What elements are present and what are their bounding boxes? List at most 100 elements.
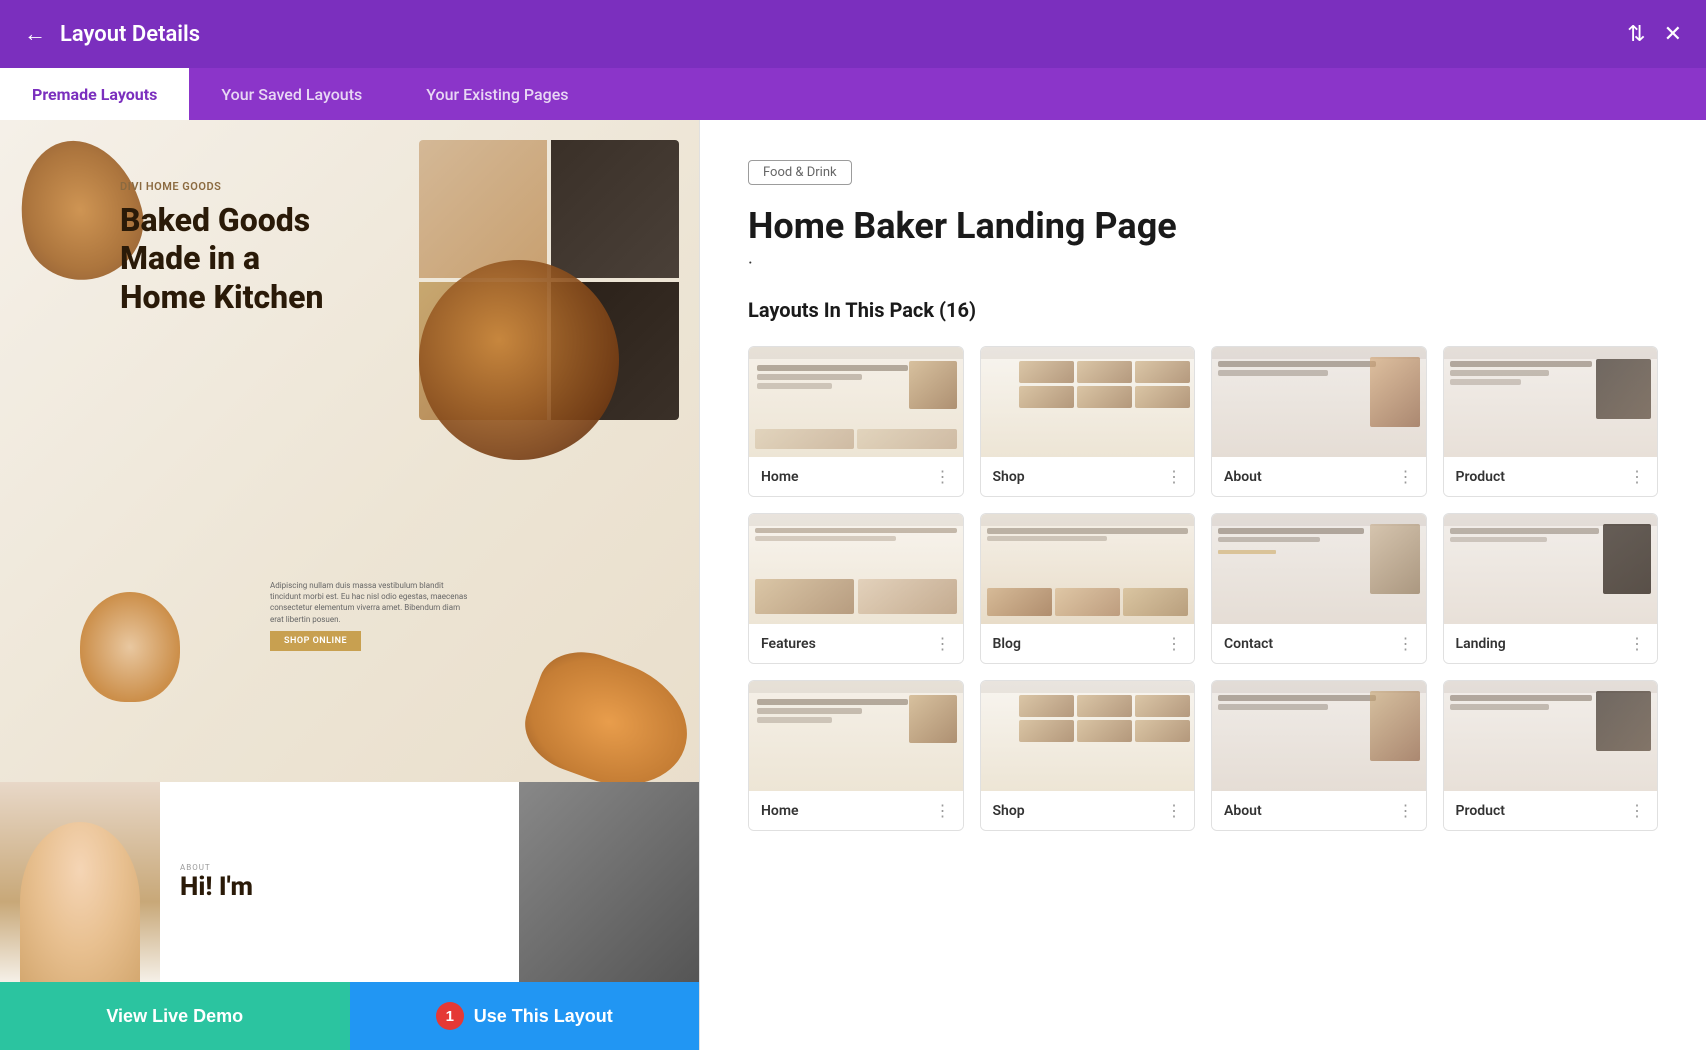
layout-grid-row3: Home ⋮ bbox=[748, 680, 1658, 831]
layout-name-about: About bbox=[1224, 469, 1398, 485]
thumb-inner-home bbox=[749, 347, 963, 457]
preview-area: DIVI HOME GOODS Baked Goods Made in a Ho… bbox=[0, 120, 699, 982]
sort-icon[interactable]: ⇅ bbox=[1627, 22, 1645, 47]
layout-menu-features[interactable]: ⋮ bbox=[935, 634, 951, 653]
layout-footer-about: About ⋮ bbox=[1212, 457, 1426, 496]
about-right-image bbox=[519, 782, 699, 982]
layout-thumb-about bbox=[1212, 347, 1426, 457]
layout-name-shop2: Shop bbox=[993, 803, 1167, 819]
layout-name-landing: Landing bbox=[1456, 636, 1630, 652]
layout-name-blog: Blog bbox=[993, 636, 1167, 652]
back-button[interactable]: ← bbox=[24, 21, 46, 47]
layout-card-features[interactable]: Features ⋮ bbox=[748, 513, 964, 664]
about-preview: ABOUT Hi! I'm bbox=[0, 782, 699, 982]
collage-item-2 bbox=[551, 140, 679, 278]
shop-online-button: SHOP ONLINE bbox=[270, 631, 361, 651]
person-face bbox=[20, 822, 140, 982]
bottom-buttons: View Live Demo 1 Use This Layout bbox=[0, 982, 699, 1050]
layout-card-landing[interactable]: Landing ⋮ bbox=[1443, 513, 1659, 664]
tab-existing[interactable]: Your Existing Pages bbox=[394, 68, 600, 120]
layout-footer-features: Features ⋮ bbox=[749, 624, 963, 663]
layout-menu-product[interactable]: ⋮ bbox=[1629, 467, 1645, 486]
about-label: ABOUT bbox=[180, 863, 499, 872]
layout-thumb-contact bbox=[1212, 514, 1426, 624]
close-icon[interactable]: ✕ bbox=[1664, 22, 1682, 47]
layout-menu-shop[interactable]: ⋮ bbox=[1166, 467, 1182, 486]
layout-menu-home[interactable]: ⋮ bbox=[935, 467, 951, 486]
layout-name-product: Product bbox=[1456, 469, 1630, 485]
layout-card-contact[interactable]: Contact ⋮ bbox=[1211, 513, 1427, 664]
about-text-area: ABOUT Hi! I'm bbox=[160, 782, 519, 982]
view-live-demo-button[interactable]: View Live Demo bbox=[0, 982, 350, 1050]
layout-footer-landing: Landing ⋮ bbox=[1444, 624, 1658, 663]
layout-footer-blog: Blog ⋮ bbox=[981, 624, 1195, 663]
layout-footer-shop2: Shop ⋮ bbox=[981, 791, 1195, 830]
right-panel: Food & Drink Home Baker Landing Page · L… bbox=[700, 120, 1706, 1050]
text-block-main: DIVI HOME GOODS Baked Goods Made in a Ho… bbox=[120, 180, 324, 316]
layout-menu-landing[interactable]: ⋮ bbox=[1629, 634, 1645, 653]
layout-name-features: Features bbox=[761, 636, 935, 652]
layout-name-home2: Home bbox=[761, 803, 935, 819]
layout-thumb-blog bbox=[981, 514, 1195, 624]
layout-thumb-shop2 bbox=[981, 681, 1195, 791]
layout-grid: Home ⋮ bbox=[748, 346, 1658, 664]
layout-card-home[interactable]: Home ⋮ bbox=[748, 346, 964, 497]
about-photo bbox=[0, 782, 160, 982]
layout-card-product[interactable]: Product ⋮ bbox=[1443, 346, 1659, 497]
layout-title: Home Baker Landing Page bbox=[748, 205, 1658, 247]
category-badge: Food & Drink bbox=[748, 160, 852, 185]
layout-badge: 1 bbox=[436, 1002, 464, 1030]
layout-card-product2[interactable]: Product ⋮ bbox=[1443, 680, 1659, 831]
layout-footer-home: Home ⋮ bbox=[749, 457, 963, 496]
tabs-bar: Premade Layouts Your Saved Layouts Your … bbox=[0, 68, 1706, 120]
layout-name-about2: About bbox=[1224, 803, 1398, 819]
layout-name-product2: Product bbox=[1456, 803, 1630, 819]
layout-footer-product2: Product ⋮ bbox=[1444, 791, 1658, 830]
layout-menu-blog[interactable]: ⋮ bbox=[1166, 634, 1182, 653]
layout-thumb-features bbox=[749, 514, 963, 624]
header-title: Layout Details bbox=[60, 22, 1627, 47]
use-this-layout-button[interactable]: 1 Use This Layout bbox=[350, 982, 700, 1050]
layout-thumb-home bbox=[749, 347, 963, 457]
layout-card-about[interactable]: About ⋮ bbox=[1211, 346, 1427, 497]
layout-footer-shop: Shop ⋮ bbox=[981, 457, 1195, 496]
layout-menu-home2[interactable]: ⋮ bbox=[935, 801, 951, 820]
layout-menu-product2[interactable]: ⋮ bbox=[1629, 801, 1645, 820]
tab-saved[interactable]: Your Saved Layouts bbox=[189, 68, 394, 120]
layout-menu-about[interactable]: ⋮ bbox=[1398, 467, 1414, 486]
food-decoration-cupcake bbox=[80, 592, 180, 702]
description-text: Adipiscing nullam duis massa vestibulum … bbox=[270, 580, 470, 625]
about-heading: Hi! I'm bbox=[180, 872, 499, 902]
layout-name-contact: Contact bbox=[1224, 636, 1398, 652]
layout-thumb-about2 bbox=[1212, 681, 1426, 791]
layout-footer-about2: About ⋮ bbox=[1212, 791, 1426, 830]
layout-thumb-home2 bbox=[749, 681, 963, 791]
layout-menu-about2[interactable]: ⋮ bbox=[1398, 801, 1414, 820]
layout-thumb-shop bbox=[981, 347, 1195, 457]
main-content: DIVI HOME GOODS Baked Goods Made in a Ho… bbox=[0, 120, 1706, 1050]
main-heading: Baked Goods Made in a Home Kitchen bbox=[120, 201, 324, 316]
layout-menu-contact[interactable]: ⋮ bbox=[1398, 634, 1414, 653]
layout-card-shop[interactable]: Shop ⋮ bbox=[980, 346, 1196, 497]
layout-card-shop2[interactable]: Shop ⋮ bbox=[980, 680, 1196, 831]
layout-thumb-product2 bbox=[1444, 681, 1658, 791]
left-panel: DIVI HOME GOODS Baked Goods Made in a Ho… bbox=[0, 120, 700, 1050]
layout-name-shop: Shop bbox=[993, 469, 1167, 485]
layout-card-about2[interactable]: About ⋮ bbox=[1211, 680, 1427, 831]
layout-thumb-product bbox=[1444, 347, 1658, 457]
tab-premade[interactable]: Premade Layouts bbox=[0, 68, 189, 120]
layout-footer-home2: Home ⋮ bbox=[749, 791, 963, 830]
layout-footer-product: Product ⋮ bbox=[1444, 457, 1658, 496]
layout-menu-shop2[interactable]: ⋮ bbox=[1166, 801, 1182, 820]
layout-footer-contact: Contact ⋮ bbox=[1212, 624, 1426, 663]
header: ← Layout Details ⇅ ✕ bbox=[0, 0, 1706, 68]
header-icons: ⇅ ✕ bbox=[1627, 22, 1682, 47]
layouts-heading: Layouts In This Pack (16) bbox=[748, 298, 1658, 322]
layout-card-home2[interactable]: Home ⋮ bbox=[748, 680, 964, 831]
collage-item-1 bbox=[419, 140, 547, 278]
layout-name-home: Home bbox=[761, 469, 935, 485]
text-block-mid: Adipiscing nullam duis massa vestibulum … bbox=[270, 580, 470, 651]
muffin-image bbox=[419, 260, 619, 460]
layout-card-blog[interactable]: Blog ⋮ bbox=[980, 513, 1196, 664]
dot-separator: · bbox=[748, 253, 1658, 274]
